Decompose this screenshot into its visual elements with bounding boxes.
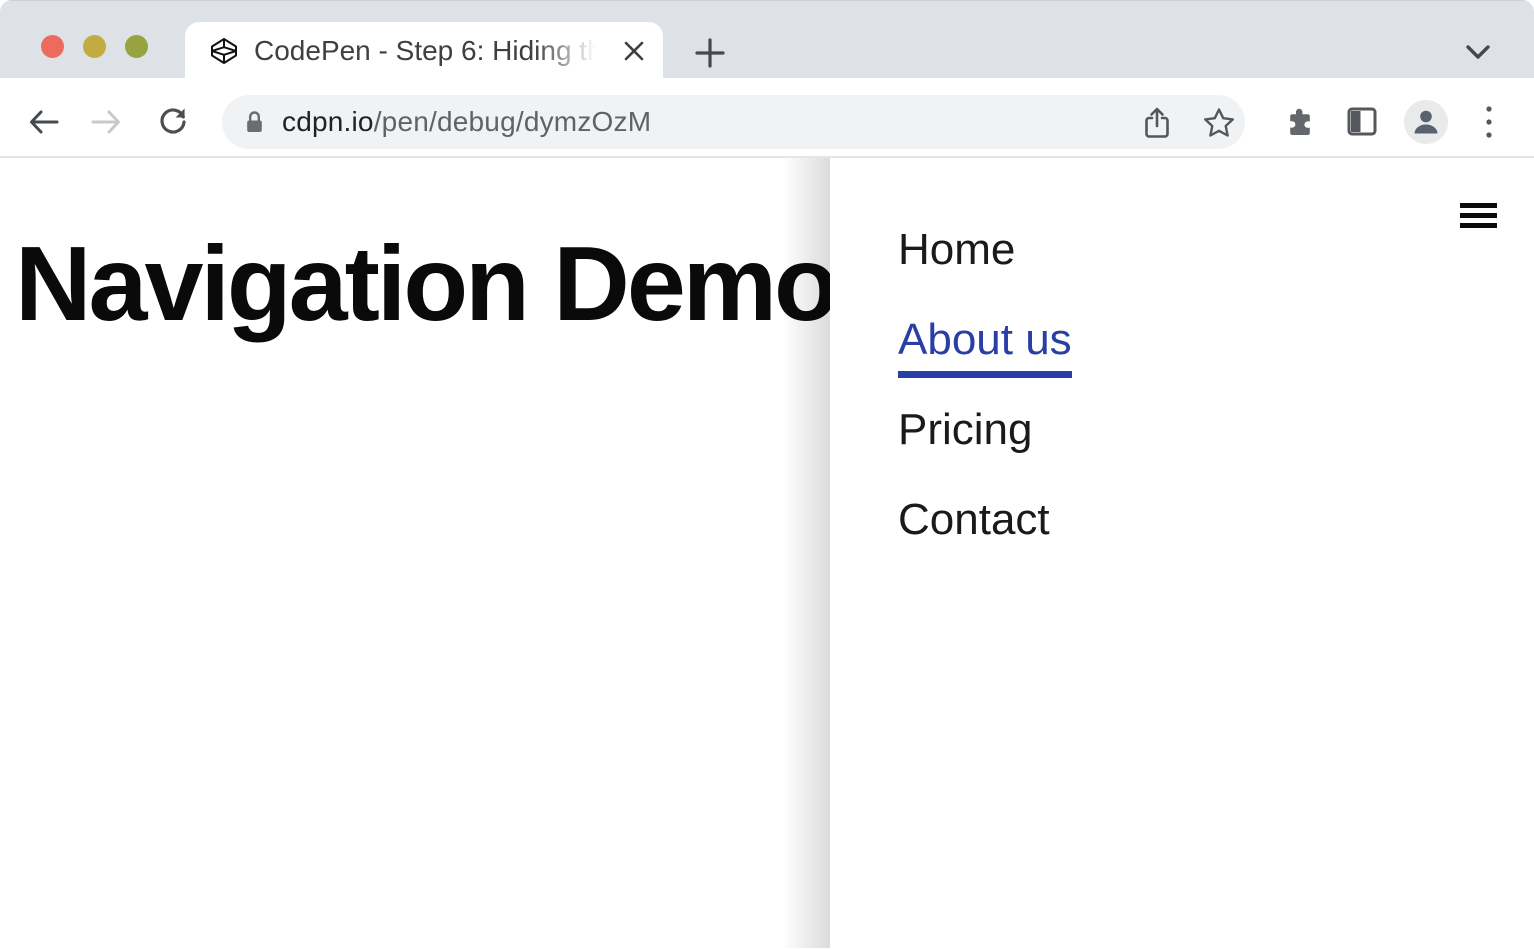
traffic-lights xyxy=(41,35,148,58)
tab-title: CodePen - Step 6: Hiding the li xyxy=(254,22,614,79)
back-icon[interactable] xyxy=(27,105,61,139)
url-domain: cdpn.io xyxy=(282,106,374,137)
share-icon[interactable] xyxy=(1141,106,1173,140)
kebab-menu-icon[interactable] xyxy=(1481,104,1497,140)
puzzle-icon[interactable] xyxy=(1283,106,1315,138)
codepen-icon xyxy=(210,37,238,65)
lock-icon[interactable] xyxy=(245,110,264,134)
close-icon[interactable] xyxy=(622,39,646,63)
new-tab-icon[interactable] xyxy=(695,38,725,68)
nav-item: About us xyxy=(898,315,1072,364)
nav-item: Contact xyxy=(898,495,1072,544)
reload-icon[interactable] xyxy=(156,105,190,139)
nav-link-home[interactable]: Home xyxy=(898,225,1015,274)
url-text: cdpn.io/pen/debug/dymzOzM xyxy=(282,95,651,149)
hamburger-icon[interactable] xyxy=(1460,203,1497,228)
zoom-window-button[interactable] xyxy=(125,35,148,58)
browser-window: CodePen - Step 6: Hiding the li xyxy=(0,0,1534,950)
nav-link-about-us[interactable]: About us xyxy=(898,315,1072,378)
nav-link-contact[interactable]: Contact xyxy=(898,495,1050,544)
nav-link-pricing[interactable]: Pricing xyxy=(898,405,1033,454)
nav-item: Home xyxy=(898,225,1072,274)
tab-strip: CodePen - Step 6: Hiding the li xyxy=(0,0,1534,78)
close-window-button[interactable] xyxy=(41,35,64,58)
side-panel-icon[interactable] xyxy=(1347,107,1377,136)
profile-icon[interactable] xyxy=(1404,100,1448,144)
browser-toolbar: cdpn.io/pen/debug/dymzOzM xyxy=(0,78,1534,158)
page-title: Navigation Demo xyxy=(15,229,836,340)
slide-out-nav-panel: Home About us Pricing Contact xyxy=(830,158,1534,948)
chevron-down-icon[interactable] xyxy=(1463,39,1493,65)
browser-tab[interactable]: CodePen - Step 6: Hiding the li xyxy=(185,22,663,79)
site-navigation: Home About us Pricing Contact xyxy=(898,225,1072,585)
star-icon[interactable] xyxy=(1203,107,1235,138)
url-path: /pen/debug/dymzOzM xyxy=(374,106,652,137)
forward-icon xyxy=(89,105,123,139)
page-viewport: Navigation Demo Home About us Pricing xyxy=(0,158,1534,948)
address-bar[interactable]: cdpn.io/pen/debug/dymzOzM xyxy=(222,95,1245,149)
nav-item: Pricing xyxy=(898,405,1072,454)
minimize-window-button[interactable] xyxy=(83,35,106,58)
